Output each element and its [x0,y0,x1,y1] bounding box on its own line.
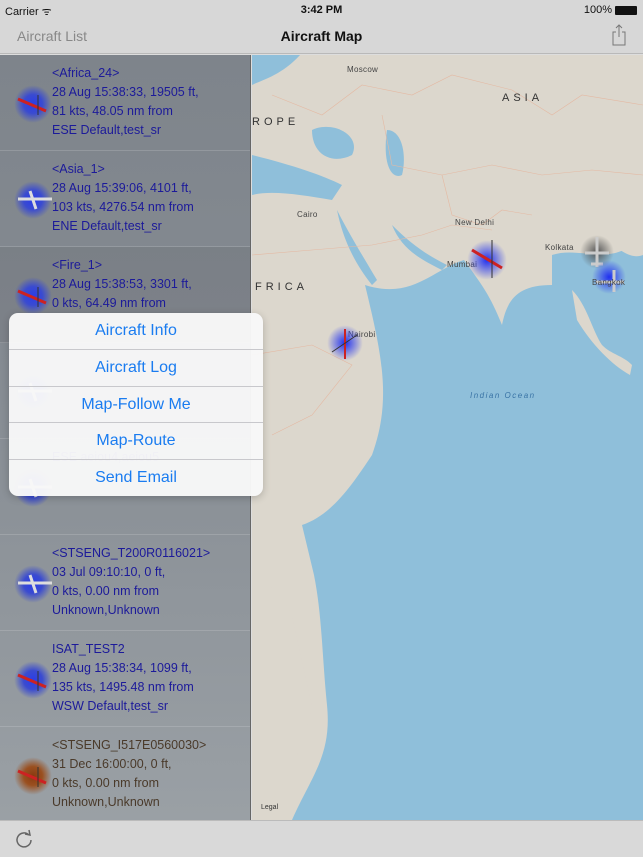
navigation-bar: Aircraft List Aircraft Map [0,20,643,54]
aircraft-list-row[interactable]: <STSENG_I517E0560030> 31 Dec 16:00:00, 0… [0,727,250,820]
page-title: Aircraft Map [280,28,363,44]
map-label-indian-ocean: Indian Ocean [470,391,536,400]
helicopter-icon [14,85,52,123]
aircraft-speed-distance: 81 kts, 48.05 nm from [52,104,173,118]
bottom-toolbar [0,820,643,857]
aircraft-reference: WSW Default,test_sr [52,699,168,713]
airplane-icon [14,565,52,603]
refresh-icon[interactable] [14,829,34,849]
aircraft-reference: Unknown,Unknown [52,795,160,809]
map-label-moscow: Moscow [347,65,379,74]
aircraft-time-altitude: 28 Aug 15:38:53, 3301 ft, [52,277,192,291]
helicopter-icon [14,277,52,315]
aircraft-speed-distance: 135 kts, 1495.48 nm from [52,680,194,694]
aircraft-name: <Africa_24> [52,66,120,80]
aircraft-list-row[interactable]: ISAT_TEST2 28 Aug 15:38:34, 1099 ft, 135… [0,631,250,727]
map-label-kolkata: Kolkata [545,243,574,252]
aircraft-reference: Unknown,Unknown [52,603,160,617]
aircraft-speed-distance: 0 kts, 64.49 nm from [52,296,166,310]
aircraft-reference: ESE Default,test_sr [52,123,162,137]
aircraft-actions-popover: Aircraft Info Aircraft Log Map-Follow Me… [9,313,263,496]
aircraft-list-row[interactable]: <Africa_24> 28 Aug 15:38:33, 19505 ft, 8… [0,55,250,151]
aircraft-name: <STSENG_T200R0116021> [52,546,211,560]
helicopter-icon [14,757,52,795]
map-label-bangkok: Bangkok [592,278,626,287]
aircraft-name: ISAT_TEST2 [52,642,125,656]
airplane-icon [14,181,52,219]
aircraft-marker-helicopter[interactable] [327,325,363,361]
aircraft-marker-helicopter[interactable] [467,240,507,280]
map-label-africa: FRICA [255,281,308,293]
aircraft-time-altitude: 03 Jul 09:10:10, 0 ft, [52,565,166,579]
aircraft-name: <Asia_1> [52,162,105,176]
send-email-menu-item[interactable]: Send Email [9,460,263,496]
share-icon[interactable] [612,24,626,46]
helicopter-icon [14,661,52,699]
aircraft-speed-distance: 0 kts, 0.00 nm from [52,584,159,598]
aircraft-name: <STSENG_I517E0560030> [52,738,207,752]
aircraft-reference: ENE Default,test_sr [52,219,162,233]
aircraft-time-altitude: 28 Aug 15:39:06, 4101 ft, [52,181,192,195]
map-route-menu-item[interactable]: Map-Route [9,423,263,461]
aircraft-info-menu-item[interactable]: Aircraft Info [9,313,263,350]
aircraft-list-row[interactable]: <STSENG_T200R0116021> 03 Jul 09:10:10, 0… [0,535,250,631]
battery: 100% [584,4,637,16]
map-follow-me-menu-item[interactable]: Map-Follow Me [9,387,263,424]
clock: 3:42 PM [300,4,343,16]
aircraft-log-menu-item[interactable]: Aircraft Log [9,350,263,387]
aircraft-map[interactable]: Moscow ASIA ROPE Cairo New Delhi Kolkata… [252,55,643,820]
aircraft-marker-airplane[interactable] [592,260,626,294]
battery-icon [615,5,637,15]
aircraft-time-altitude: 31 Dec 16:00:00, 0 ft, [52,757,172,771]
aircraft-time-altitude: 28 Aug 15:38:34, 1099 ft, [52,661,192,675]
map-label-asia: ASIA [502,92,544,104]
map-label-europe: ROPE [252,116,300,128]
aircraft-name: <Fire_1> [52,258,103,272]
aircraft-speed-distance: 0 kts, 0.00 nm from [52,776,159,790]
aircraft-list-row[interactable]: <Asia_1> 28 Aug 15:39:06, 4101 ft, 103 k… [0,151,250,247]
map-label-cairo: Cairo [297,210,318,219]
map-geography [252,55,643,820]
map-label-new-delhi: New Delhi [455,218,495,227]
status-bar: Carrier ᯤ 3:42 PM 100% [0,0,643,20]
legal-link[interactable]: Legal [261,804,278,811]
aircraft-time-altitude: 28 Aug 15:38:33, 19505 ft, [52,85,199,99]
aircraft-speed-distance: 103 kts, 4276.54 nm from [52,200,194,214]
